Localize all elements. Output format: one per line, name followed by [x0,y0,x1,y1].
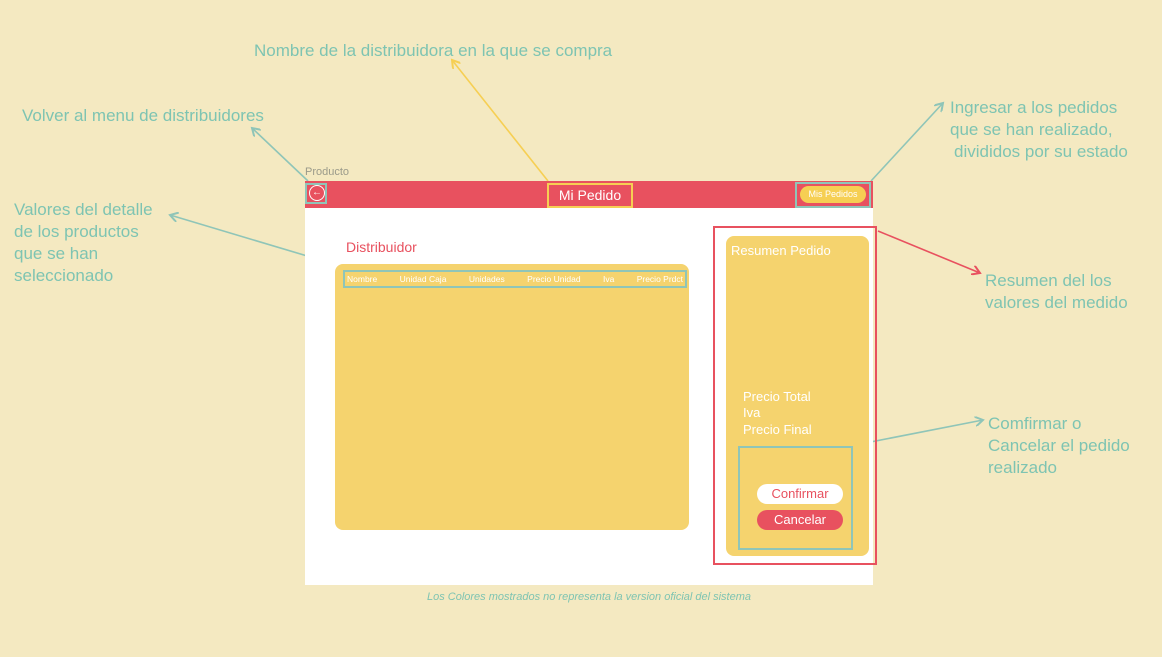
confirm-button[interactable]: Confirmar [757,484,843,504]
annotation-confirm-line: Cancelar el pedido [988,436,1130,455]
annotation-detail-line: Valores del detalle [14,200,153,219]
annotation-confirm-line: Comfirmar o [988,414,1082,433]
annotation-distributor-name: Nombre de la distribuidora en la que se … [254,41,613,60]
arrow-left-icon: ← [312,187,322,198]
table-header: Nombre Unidad Caja Unidades Precio Unida… [343,270,687,288]
total-price-label: Precio Total [743,389,811,404]
arrow-orders [870,103,943,182]
column-header-units: Unidades [468,274,505,284]
annotation-orders-line: divididos por su estado [954,142,1128,161]
annotation-summary: Resumen del los valores del medido [985,270,1128,314]
footer-note: Los Colores mostrados no representa la v… [426,591,752,603]
cancel-button[interactable]: Cancelar [757,510,843,530]
summary-title: Resumen Pedido [731,243,831,258]
app-bar: ← Mi Pedido Mis Pedidos [305,181,873,208]
annotation-detail-line: que se han [14,244,99,263]
annotation-detail: Valores del detalle de los productos que… [14,199,153,287]
annotation-orders-line: que se han realizado, [950,120,1113,139]
arrow-distributor-name [452,60,549,182]
distributor-label: Distribuidor [346,239,417,255]
annotation-detail-line: de los productos [14,222,139,241]
annotation-orders: Ingresar a los pedidos que se han realiz… [950,97,1128,163]
column-header-box-unit: Unidad Caja [399,274,447,284]
column-header-unit-price: Precio Unidad [527,274,581,284]
page-title: Mi Pedido [547,183,633,208]
arrow-back-menu [252,128,309,182]
annotation-summary-line: valores del medido [985,293,1128,312]
arrow-summary [877,230,980,273]
back-button[interactable]: ← [309,185,325,201]
annotation-confirm: Comfirmar o Cancelar el pedido realizado [988,413,1130,479]
column-header-product-price: Precio Prdct [636,274,683,284]
order-detail-table: Nombre Unidad Caja Unidades Precio Unida… [335,264,689,530]
annotation-summary-line: Resumen del los [985,271,1112,290]
annotation-orders-line: Ingresar a los pedidos [950,98,1118,117]
annotation-confirm-line: realizado [988,458,1057,477]
my-orders-button[interactable]: Mis Pedidos [800,186,866,203]
iva-label: Iva [743,405,761,420]
app-window: ← Mi Pedido Mis Pedidos Distribuidor Nom… [305,181,877,585]
annotation-back-menu: Volver al menu de distribuidores [22,106,264,125]
final-price-label: Precio Final [743,422,812,437]
column-header-name: Nombre [347,274,378,284]
frame-label: Producto [305,166,350,178]
column-header-iva: Iva [602,274,615,284]
annotation-detail-line: seleccionado [14,266,114,285]
